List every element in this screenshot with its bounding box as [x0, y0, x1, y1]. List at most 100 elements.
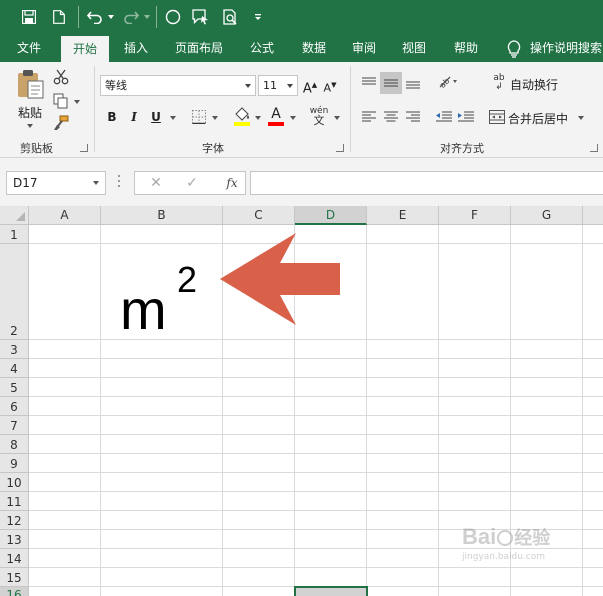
- row-header-2[interactable]: 2: [0, 244, 29, 340]
- redo-icon[interactable]: [120, 0, 142, 34]
- merge-center-icon[interactable]: [488, 108, 506, 126]
- row-header-6[interactable]: 6: [0, 397, 29, 416]
- paste-button-label[interactable]: 粘贴: [14, 104, 46, 121]
- circle-shape-icon[interactable]: [162, 0, 184, 34]
- tab-formulas[interactable]: 公式: [238, 34, 286, 62]
- enter-entry-icon[interactable]: ✓: [181, 172, 203, 194]
- row-header-3[interactable]: 3: [0, 340, 29, 359]
- column-header-g[interactable]: G: [511, 206, 583, 225]
- merge-center-button[interactable]: 合并后居中: [508, 110, 568, 127]
- borders-icon[interactable]: [190, 108, 208, 126]
- alignment-group-label: 对齐方式: [440, 142, 484, 155]
- save-icon[interactable]: [18, 0, 40, 34]
- row-header-4[interactable]: 4: [0, 359, 29, 378]
- baidu-watermark: Bai 经验 jingyan.baidu.com: [462, 524, 602, 576]
- align-left-icon[interactable]: [360, 108, 378, 126]
- font-size-dropdown-icon[interactable]: [287, 84, 293, 88]
- clipboard-dialog-launcher[interactable]: [80, 144, 88, 152]
- wrap-text-icon[interactable]: ab ↲: [490, 74, 508, 92]
- font-name-dropdown-icon[interactable]: [245, 84, 251, 88]
- copy-icon[interactable]: [52, 92, 70, 110]
- tab-view[interactable]: 视图: [390, 34, 438, 62]
- select-all-corner[interactable]: [0, 206, 29, 225]
- underline-dropdown-icon[interactable]: [170, 116, 176, 120]
- font-color-dropdown-icon[interactable]: [290, 116, 296, 120]
- row-header-15[interactable]: 15: [0, 568, 29, 587]
- column-header-c[interactable]: C: [223, 206, 295, 225]
- row-header-9[interactable]: 9: [0, 454, 29, 473]
- gridline: [29, 339, 603, 340]
- tab-data[interactable]: 数据: [290, 34, 338, 62]
- wrap-text-button[interactable]: 自动换行: [510, 76, 558, 93]
- decrease-indent-icon[interactable]: [434, 108, 454, 126]
- font-name-combo[interactable]: 等线: [100, 75, 256, 96]
- tab-review[interactable]: 审阅: [340, 34, 388, 62]
- formula-input[interactable]: [250, 171, 603, 195]
- redo-dropdown-icon[interactable]: [142, 0, 152, 34]
- cancel-entry-icon[interactable]: ✕: [145, 172, 167, 194]
- tab-insert[interactable]: 插入: [112, 34, 160, 62]
- column-header-d[interactable]: D: [295, 206, 367, 225]
- row-header-11[interactable]: 11: [0, 492, 29, 511]
- grow-font-icon[interactable]: A▲: [302, 76, 318, 96]
- shrink-font-icon[interactable]: A▼: [322, 76, 338, 95]
- font-color-icon[interactable]: A: [266, 106, 286, 126]
- cut-icon[interactable]: [52, 68, 70, 86]
- borders-dropdown-icon[interactable]: [212, 116, 218, 120]
- align-right-icon[interactable]: [404, 108, 422, 126]
- formula-bar-grip[interactable]: [117, 175, 121, 189]
- phonetic-dropdown-icon[interactable]: [334, 116, 340, 120]
- row-header-10[interactable]: 10: [0, 473, 29, 492]
- bold-button[interactable]: B: [104, 108, 120, 126]
- new-file-icon[interactable]: [48, 0, 70, 34]
- font-size-combo[interactable]: 11: [258, 75, 298, 96]
- font-dialog-launcher[interactable]: [336, 144, 344, 152]
- top-align-icon[interactable]: [360, 74, 378, 92]
- column-header-f[interactable]: F: [439, 206, 511, 225]
- row-header-13[interactable]: 13: [0, 530, 29, 549]
- row-header-12[interactable]: 12: [0, 511, 29, 530]
- middle-align-icon[interactable]: [380, 72, 402, 94]
- undo-icon[interactable]: [84, 0, 106, 34]
- row-header-7[interactable]: 7: [0, 416, 29, 435]
- column-header-a[interactable]: A: [29, 206, 101, 225]
- fill-color-dropdown-icon[interactable]: [255, 116, 261, 120]
- merge-dropdown-icon[interactable]: [578, 116, 584, 120]
- paste-dropdown-icon[interactable]: [27, 124, 33, 128]
- increase-indent-icon[interactable]: [456, 108, 476, 126]
- phonetic-guide-icon[interactable]: wén 文: [308, 106, 330, 127]
- paste-icon[interactable]: [14, 68, 46, 100]
- insert-function-icon[interactable]: fx: [221, 172, 243, 194]
- underline-button[interactable]: U: [148, 108, 164, 126]
- align-center-icon[interactable]: [382, 108, 400, 126]
- name-box[interactable]: D17: [6, 171, 106, 195]
- tab-page-layout[interactable]: 页面布局: [166, 34, 232, 62]
- tell-me-search[interactable]: 操作说明搜索: [530, 34, 603, 62]
- comment-icon[interactable]: [190, 0, 212, 34]
- font-group-label: 字体: [202, 142, 224, 155]
- tab-home[interactable]: 开始: [61, 36, 109, 62]
- orientation-icon[interactable]: ab: [436, 72, 460, 92]
- italic-button[interactable]: I: [126, 108, 142, 126]
- undo-dropdown-icon[interactable]: [106, 0, 116, 34]
- row-header-14[interactable]: 14: [0, 549, 29, 568]
- column-header-b[interactable]: B: [101, 206, 223, 225]
- name-box-dropdown-icon[interactable]: [93, 181, 99, 185]
- tab-help[interactable]: 帮助: [442, 34, 490, 62]
- selected-cell[interactable]: [294, 586, 368, 596]
- row-header-1[interactable]: 1: [0, 225, 29, 244]
- customize-qat-icon[interactable]: [250, 0, 266, 34]
- bottom-align-icon[interactable]: [404, 74, 422, 92]
- alignment-dialog-launcher[interactable]: [590, 144, 598, 152]
- copy-dropdown-icon[interactable]: [74, 100, 80, 104]
- format-painter-icon[interactable]: [52, 114, 70, 132]
- tab-file[interactable]: 文件: [6, 34, 52, 62]
- column-header-e[interactable]: E: [367, 206, 439, 225]
- row-header-8[interactable]: 8: [0, 435, 29, 454]
- worksheet-grid[interactable]: A B C D E F G 1 2 3 4 5 6 7 8 9 10 11 12…: [0, 206, 603, 596]
- column-header-h[interactable]: [583, 206, 603, 225]
- row-header-16[interactable]: 16: [0, 587, 29, 596]
- row-header-5[interactable]: 5: [0, 378, 29, 397]
- fill-color-icon[interactable]: [232, 106, 252, 126]
- print-preview-icon[interactable]: [220, 0, 242, 34]
